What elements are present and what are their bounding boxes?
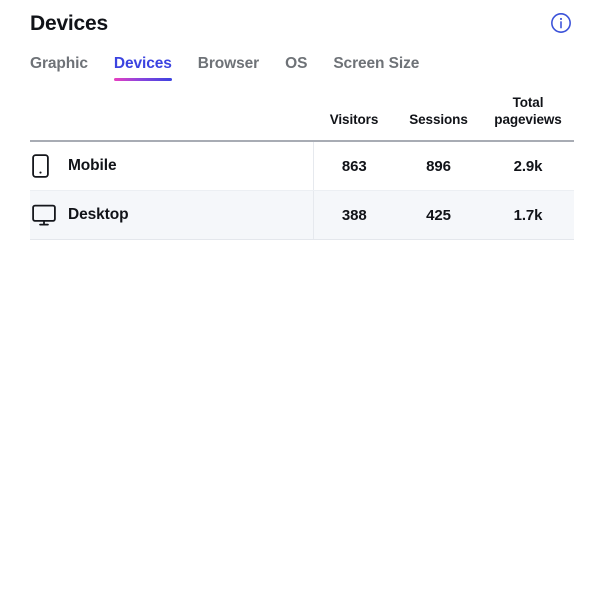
column-header-total-pageviews: Total pageviews — [482, 94, 574, 142]
tab-graphic[interactable]: Graphic — [30, 53, 88, 81]
device-name: Mobile — [68, 157, 117, 174]
tab-bar: Graphic Devices Browser OS Screen Size — [30, 53, 419, 81]
table-header: Visitors Sessions Total pageviews — [30, 94, 574, 142]
cell-sessions: 425 — [395, 190, 482, 240]
devices-table-wrapper: Visitors Sessions Total pageviews Mobile… — [30, 94, 574, 240]
devices-panel: Devices Graphic Devices Browser OS Scree… — [0, 0, 600, 600]
tab-devices[interactable]: Devices — [113, 53, 172, 81]
column-header-visitors: Visitors — [313, 94, 395, 142]
cell-sessions: 896 — [395, 141, 482, 191]
device-name: Desktop — [68, 206, 129, 223]
mobile-phone-icon — [30, 154, 68, 178]
cell-total-pageviews: 1.7k — [482, 190, 574, 240]
column-header-total-pageviews-line1: Total — [512, 95, 544, 110]
tab-browser[interactable]: Browser — [198, 53, 259, 81]
tab-screen-size[interactable]: Screen Size — [333, 53, 419, 81]
table-row[interactable]: Mobile 863 896 2.9k — [30, 141, 574, 191]
page-title: Devices — [30, 11, 108, 35]
cell-device-mobile: Mobile — [30, 141, 313, 191]
column-header-sessions: Sessions — [395, 94, 482, 142]
panel-header: Devices — [0, 0, 600, 46]
table-body: Mobile 863 896 2.9k Desktop 388 425 1.7k — [30, 141, 574, 240]
cell-device-desktop: Desktop — [30, 190, 313, 240]
desktop-monitor-icon — [30, 204, 68, 226]
column-header-total-pageviews-line2: pageviews — [494, 112, 562, 127]
column-header-device — [30, 94, 313, 142]
devices-table: Visitors Sessions Total pageviews Mobile… — [30, 94, 574, 240]
cell-visitors: 388 — [312, 190, 395, 240]
info-circle-icon[interactable] — [550, 12, 572, 34]
table-header-row: Visitors Sessions Total pageviews — [30, 94, 574, 142]
cell-total-pageviews: 2.9k — [482, 141, 574, 191]
table-row[interactable]: Desktop 388 425 1.7k — [30, 190, 574, 240]
cell-visitors: 863 — [312, 141, 395, 191]
tab-os[interactable]: OS — [285, 53, 307, 81]
